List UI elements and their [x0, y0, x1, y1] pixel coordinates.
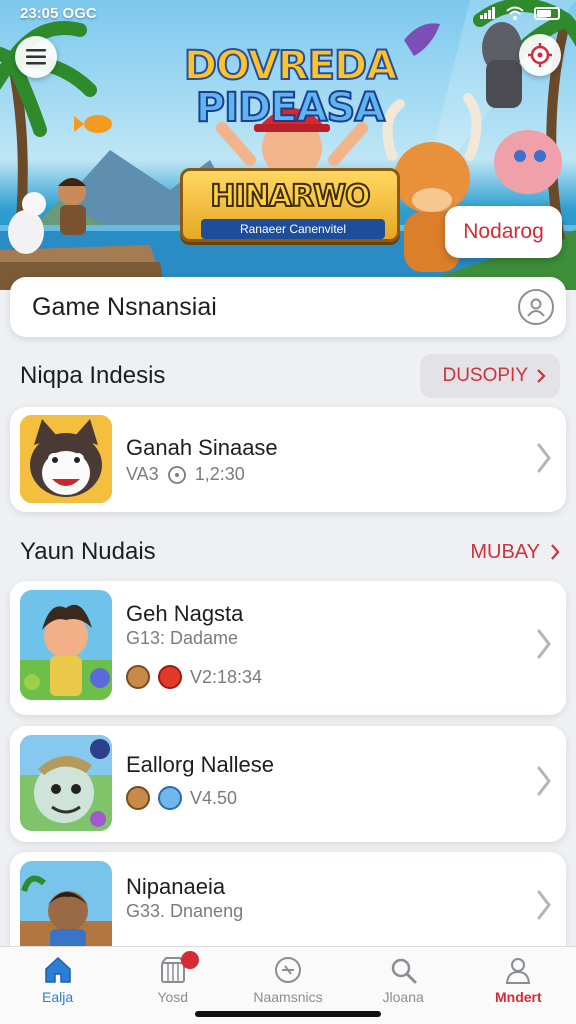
game-card-3[interactable]: Eallorg Nallese V4.50 — [10, 726, 566, 842]
chevron-right-icon — [537, 629, 551, 659]
section-action-button-1[interactable]: DUSOPIY — [420, 354, 560, 398]
hero-banner: 23:05 OGC DOVREDA PIDEASA HINARWO Ranaee… — [0, 0, 576, 290]
cat-icon — [20, 415, 112, 503]
home-indicator[interactable] — [195, 1011, 381, 1017]
hero-title-banner: HINARWO Ranaeer Canenvitel — [180, 168, 400, 242]
game-card-2[interactable]: Geh Nagsta G13: Dadame V2:18:34 — [10, 581, 566, 715]
game-thumbnail-1 — [20, 415, 112, 503]
clock-icon — [167, 465, 186, 484]
chevron-right-icon — [537, 890, 551, 920]
game-name-4: Nipanaeia — [126, 874, 226, 899]
chevron-right-icon — [537, 443, 551, 473]
game-meta-1: VA3 1,2:30 — [126, 464, 245, 485]
creature-icon — [20, 735, 112, 831]
game-name-1: Ganah Sinaase — [126, 435, 278, 460]
status-time: 23:05 OGC — [20, 4, 97, 22]
wifi-icon — [506, 6, 524, 20]
section-action-label-2: MUBAY — [470, 540, 540, 563]
game-subtitle-4: G33. Dnaneng — [126, 901, 244, 921]
nav-item-home[interactable]: Ealja — [3, 955, 113, 1024]
game-time-1: 1,2:30 — [194, 464, 245, 484]
banner-subtitle: Ranaeer Canenvitel — [201, 219, 385, 239]
emoji-icon — [126, 665, 150, 689]
hero-boy-icon — [20, 590, 112, 700]
section-title-2: Yaun Nudais — [20, 538, 156, 565]
game-thumbnail-2 — [20, 590, 112, 700]
profile-circle-icon[interactable] — [518, 289, 554, 325]
profile-icon — [506, 958, 531, 984]
game-card-1[interactable]: Ganah Sinaase VA3 1,2:30 — [10, 407, 566, 512]
section-title-1: Niqpa Indesis — [20, 362, 166, 389]
cookie-icon — [126, 786, 150, 810]
game-meta-3: V4.50 — [126, 786, 237, 810]
battery-icon — [534, 6, 560, 20]
banner-title: HINARWO — [209, 178, 371, 215]
hamburger-icon — [26, 49, 46, 65]
section-action-link-2[interactable]: MUBAY — [470, 541, 560, 564]
target-icon — [528, 43, 552, 67]
user-icon — [527, 298, 545, 317]
search-label: Game Nsnansiai — [32, 292, 217, 321]
hero-title: DOVREDA PIDEASA — [170, 43, 410, 131]
nav-label-search: Jloana — [382, 989, 424, 1005]
chevron-right-icon — [551, 544, 560, 560]
nav-label-home: Ealja — [42, 989, 74, 1005]
status-icons — [480, 6, 560, 20]
game-subtitle-2: G13: Dadame — [126, 628, 239, 648]
nav-label-store: Yosd — [157, 989, 189, 1005]
nav-label-games: Naamsnics — [253, 989, 323, 1005]
nav-label-profile: Mndert — [495, 989, 542, 1005]
tomato-icon — [158, 665, 182, 689]
game-time-3: V4.50 — [190, 787, 238, 808]
section-header-1: Niqpa Indesis DUSOPIY — [20, 354, 560, 398]
search-icon — [391, 958, 417, 984]
status-bar: 23:05 OGC — [0, 0, 576, 26]
game-time-2: V2:18:34 — [190, 666, 263, 687]
section-header-2: Yaun Nudais MUBAY — [20, 530, 560, 574]
section-action-label-1: DUSOPIY — [442, 365, 528, 386]
game-meta-2: V2:18:34 — [126, 665, 262, 689]
chevron-right-icon — [537, 369, 546, 383]
face-icon — [158, 786, 182, 810]
menu-button[interactable] — [15, 36, 57, 78]
game-name-3: Eallorg Nallese — [126, 752, 274, 777]
game-thumbnail-3 — [20, 735, 112, 831]
home-icon — [44, 957, 71, 983]
signal-icon — [480, 7, 495, 19]
hero-title-line1: DOVREDA — [183, 43, 398, 89]
chevron-right-icon — [537, 766, 551, 796]
hero-title-line2: PIDEASA — [195, 85, 386, 131]
game-icon — [274, 957, 301, 983]
store-badge — [180, 951, 199, 969]
game-version-1: VA3 — [126, 464, 159, 484]
hero-tag-button[interactable]: Nodarog — [445, 206, 562, 258]
target-button[interactable] — [519, 34, 561, 76]
nav-item-profile[interactable]: Mndert — [463, 955, 573, 1024]
game-name-2: Geh Nagsta — [126, 601, 244, 626]
search-bar[interactable]: Game Nsnansiai — [10, 277, 566, 337]
